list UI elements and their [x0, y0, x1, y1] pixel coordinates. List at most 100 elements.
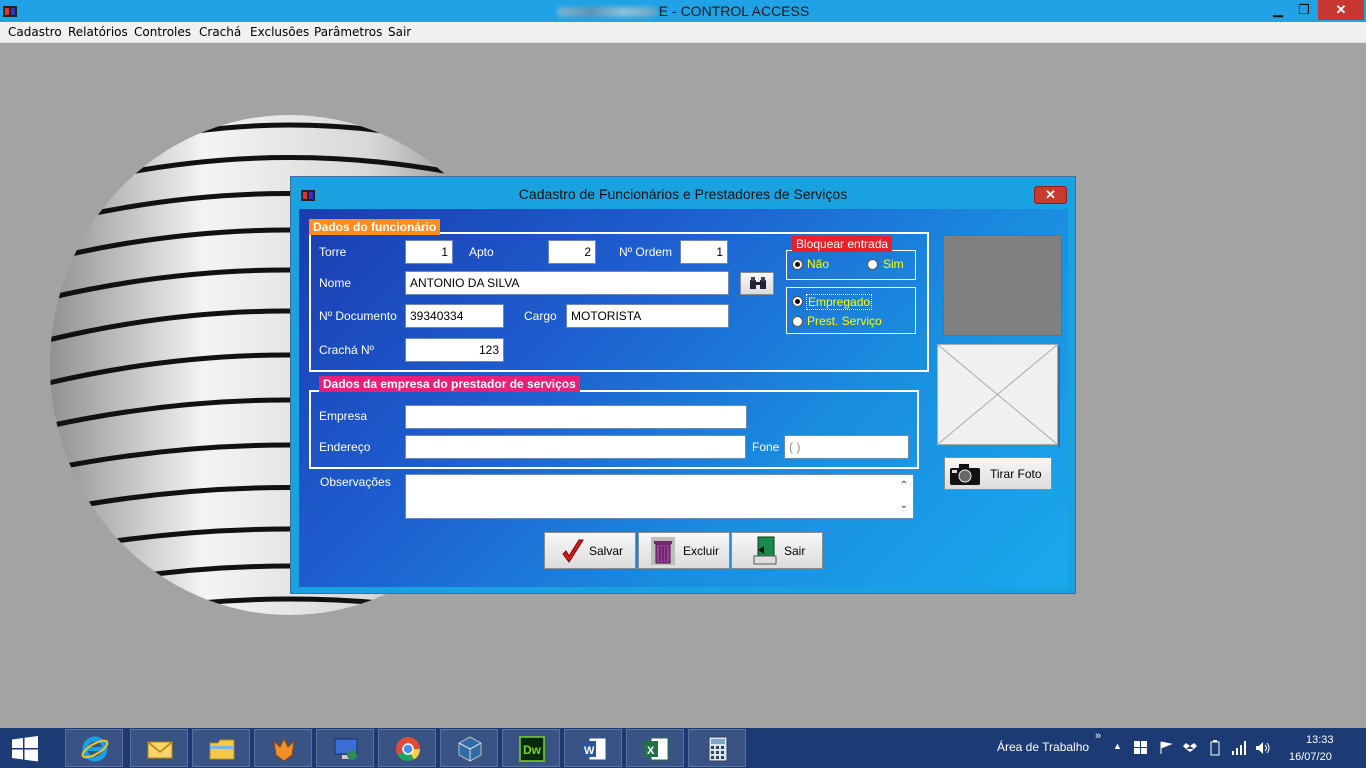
internet-explorer-icon [81, 736, 109, 762]
taskbar-internet-explorer[interactable] [65, 729, 123, 767]
taskbar-dreamweaver[interactable]: Dw [502, 729, 560, 767]
photo-placeholder [937, 344, 1060, 447]
bloquear-sim-label[interactable]: Sim [883, 257, 904, 271]
windows-tray-icon[interactable] [1134, 741, 1148, 755]
bloquear-legend: Bloquear entrada [792, 236, 893, 252]
taskbar: Dw W X Área de Trabalho » ▲ 13:33 16/07/… [0, 728, 1366, 768]
dreamweaver-icon: Dw [519, 736, 545, 762]
menu-exclusoes[interactable]: Exclusões [250, 25, 309, 39]
ordem-label: Nº Ordem [619, 245, 673, 259]
dialog-title: Cadastro de Funcionários e Prestadores d… [518, 186, 848, 202]
calculator-icon [708, 736, 728, 762]
salvar-label: Salvar [589, 544, 624, 558]
bloquear-nao-radio[interactable] [792, 259, 803, 270]
documento-label: Nº Documento [319, 309, 397, 323]
sair-button[interactable]: Sair [731, 532, 823, 569]
clock-date[interactable]: 16/07/20 [1289, 751, 1349, 763]
torre-field[interactable]: 1 [405, 240, 453, 264]
menu-controles[interactable]: Controles [134, 25, 191, 39]
empregado-radio[interactable] [792, 296, 803, 307]
dialog-close-button[interactable]: ✕ [1034, 186, 1067, 204]
svg-text:Dw: Dw [523, 743, 542, 757]
nome-label: Nome [319, 276, 352, 290]
redacted-title-part [556, 7, 657, 18]
power-icon[interactable] [1208, 740, 1222, 756]
taskbar-fox-app[interactable] [254, 729, 312, 767]
svg-text:X: X [647, 745, 655, 757]
virtualbox-icon [458, 736, 482, 762]
excluir-label: Excluir [683, 544, 720, 558]
chrome-icon [396, 737, 420, 762]
empresa-field[interactable] [405, 405, 747, 429]
menu-relatorios[interactable]: Relatórios [68, 25, 128, 39]
flag-icon[interactable] [1159, 741, 1173, 755]
taskbar-excel[interactable]: X [626, 729, 684, 767]
apto-field[interactable]: 2 [548, 240, 596, 264]
trash-icon [651, 537, 675, 565]
svg-text:W: W [584, 745, 595, 757]
photo-preview [943, 235, 1062, 336]
ordem-field[interactable]: 1 [680, 240, 728, 264]
menu-cracha[interactable]: Crachá [199, 25, 241, 39]
menu-sair[interactable]: Sair [388, 25, 411, 39]
fone-field[interactable]: ( ) [784, 435, 909, 459]
documento-field[interactable]: 39340334 [405, 304, 504, 328]
binoculars-icon [750, 277, 766, 289]
salvar-button[interactable]: Salvar [544, 532, 636, 569]
cracha-field[interactable]: 123 [405, 338, 504, 362]
excluir-button[interactable]: Excluir [638, 532, 730, 569]
search-button[interactable] [740, 272, 774, 295]
nome-field[interactable]: ANTONIO DA SILVA [405, 271, 729, 295]
tirar-foto-button[interactable]: Tirar Foto [944, 457, 1052, 490]
toolbar-chevron-icon[interactable]: » [1095, 730, 1101, 742]
menu-bar: Cadastro Relatórios Controles Crachá Exc… [0, 22, 1366, 43]
menu-parametros[interactable]: Parâmetros [314, 25, 382, 39]
cracha-label: Crachá Nº [319, 343, 375, 357]
app-title-bar: E - CONTROL ACCESS ▁ ❐ ✕ [0, 0, 1366, 22]
prestador-radio[interactable] [792, 316, 803, 327]
endereco-field[interactable] [405, 435, 746, 459]
mail-icon [147, 741, 173, 759]
tray-expand-icon[interactable]: ▲ [1113, 741, 1122, 751]
scroll-down-icon[interactable]: ⌄ [896, 496, 912, 516]
camera-icon [950, 464, 980, 485]
prestador-label[interactable]: Prest. Serviço [807, 314, 882, 328]
tray-desktop-toolbar[interactable]: Área de Trabalho [997, 740, 1089, 754]
taskbar-calculator[interactable] [688, 729, 746, 767]
exit-door-icon [753, 536, 777, 565]
excel-icon: X [644, 737, 669, 761]
taskbar-virtualbox[interactable] [440, 729, 498, 767]
bloquear-sim-radio[interactable] [867, 259, 878, 270]
dropbox-icon[interactable] [1183, 741, 1197, 755]
app-title: E - CONTROL ACCESS [0, 3, 1366, 19]
network-signal-icon[interactable] [1232, 741, 1248, 755]
dialog-client-area: Dados do funcionário Torre 1 Apto 2 Nº O… [299, 209, 1068, 587]
taskbar-file-explorer[interactable] [192, 729, 250, 767]
word-icon: W [582, 737, 607, 761]
sair-label: Sair [784, 544, 806, 558]
observacoes-scrollbar[interactable]: ⌃ ⌄ [896, 476, 912, 517]
bloquear-nao-label[interactable]: Não [807, 257, 829, 271]
windows-start-icon[interactable] [12, 736, 38, 762]
torre-label: Torre [319, 245, 347, 259]
observacoes-textarea[interactable] [405, 474, 914, 519]
minimize-button[interactable]: ▁ [1265, 0, 1291, 20]
taskbar-chrome[interactable] [378, 729, 436, 767]
cargo-label: Cargo [524, 309, 557, 323]
scroll-up-icon[interactable]: ⌃ [896, 476, 912, 496]
empresa-label: Empresa [319, 409, 368, 423]
cadastro-dialog: Cadastro de Funcionários e Prestadores d… [290, 176, 1076, 594]
taskbar-outlook[interactable] [130, 729, 188, 767]
menu-cadastro[interactable]: Cadastro [8, 25, 62, 39]
cargo-field[interactable]: MOTORISTA [566, 304, 729, 328]
empregado-label[interactable]: Empregado [806, 294, 873, 310]
folder-icon [209, 739, 235, 760]
tirar-foto-label: Tirar Foto [990, 467, 1042, 481]
maximize-button[interactable]: ❐ [1291, 0, 1317, 20]
volume-icon[interactable] [1255, 741, 1271, 755]
taskbar-remote-desktop[interactable] [316, 729, 374, 767]
endereco-label: Endereço [319, 440, 371, 454]
taskbar-word[interactable]: W [564, 729, 622, 767]
close-button[interactable]: ✕ [1318, 0, 1364, 20]
clock-time[interactable]: 13:33 [1306, 734, 1334, 746]
